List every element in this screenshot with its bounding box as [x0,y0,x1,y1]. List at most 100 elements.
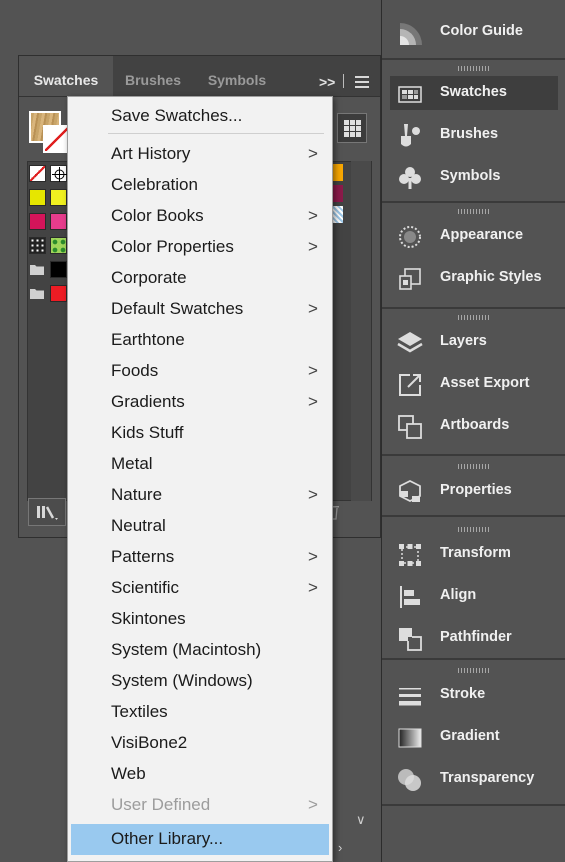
menu-item[interactable]: Earthtone [68,325,332,356]
menu-item[interactable]: Gradients > [68,387,332,418]
swatch[interactable] [50,165,67,182]
menu-item[interactable]: Art History > [68,139,332,170]
dock-item-stroke[interactable]: Stroke [390,678,558,712]
transform-icon [396,541,424,569]
swatches-icon [396,80,424,108]
menu-item[interactable]: Neutral [68,511,332,542]
tab-brushes[interactable]: Brushes [115,56,191,96]
menu-item[interactable]: Foods > [68,356,332,387]
dock-item-label: Transparency [440,770,535,786]
swatch[interactable] [50,189,67,206]
dock-item-appearance[interactable]: Appearance [390,219,558,253]
menu-item-label: Save Swatches... [111,106,243,125]
chevron-right-icon[interactable]: › [338,840,342,855]
dock-item-gradient[interactable]: Gradient [390,720,558,754]
menu-item[interactable]: VisiBone2 [68,728,332,759]
menu-item-label: Kids Stuff [111,423,184,442]
dock-item-layers[interactable]: Layers [390,325,558,359]
menu-item[interactable]: Nature > [68,480,332,511]
menu-item[interactable]: Other Library... [71,824,329,855]
dock-item-transform[interactable]: Transform [390,537,558,571]
asset-export-icon [396,371,424,399]
dock-grip[interactable] [458,209,490,214]
dock-grip[interactable] [458,668,490,673]
menu-item[interactable]: Save Swatches... [68,101,332,132]
swatch-group-folder-icon[interactable] [29,285,46,302]
menu-item-label: Other Library... [111,829,224,848]
dock-grip[interactable] [458,464,490,469]
dock-item-label: Gradient [440,728,500,744]
chevron-right-icon: > [308,578,318,597]
swatch-libraries-menu-button[interactable] [28,498,66,526]
swatch-scrollbar[interactable] [351,161,371,501]
pathfinder-icon [396,625,424,653]
stroke-icon [396,682,424,710]
dock-item-brushes[interactable]: Brushes [390,118,558,152]
properties-icon [396,478,424,506]
dock-item-properties[interactable]: Properties [390,474,558,508]
menu-item[interactable]: Patterns > [68,542,332,573]
menu-item-label: Gradients [111,392,185,411]
dock-item-transparency[interactable]: Transparency [390,762,558,796]
dock-item-label: Brushes [440,126,499,142]
menu-item[interactable]: Kids Stuff [68,418,332,449]
swatch[interactable] [29,213,46,230]
menu-item[interactable]: Default Swatches > [68,294,332,325]
brushes-icon [396,122,424,150]
dock-grip[interactable] [458,315,490,320]
swatch-group-folder-icon[interactable] [29,261,46,278]
graphic-styles-icon [396,265,424,293]
color-guide-icon [396,19,424,47]
tab-swatches[interactable]: Swatches [19,56,113,96]
tab-symbols[interactable]: Symbols [195,56,279,96]
swatch[interactable] [50,237,67,254]
dock-item-label: Artboards [440,417,510,433]
menu-item[interactable]: Web [68,759,332,790]
dock-item-swatches[interactable]: Swatches [390,76,558,110]
menu-item[interactable]: Corporate [68,263,332,294]
swatch[interactable] [50,213,67,230]
menu-item-label: Earthtone [111,330,185,349]
chevron-down-icon[interactable]: ∨ [356,812,366,828]
menu-item[interactable]: Skintones [68,604,332,635]
swatch[interactable] [29,189,46,206]
chevron-right-icon: > [308,795,318,814]
dock-item-align[interactable]: Align [390,579,558,613]
dock-grip[interactable] [458,527,490,532]
swatch[interactable] [50,285,67,302]
menu-item[interactable]: System (Macintosh) [68,635,332,666]
chevron-right-icon: > [308,144,318,163]
chevron-right-icon: > [308,547,318,566]
menu-item-label: Nature [111,485,163,504]
dock-item-artboards[interactable]: Artboards [390,409,558,443]
menu-item[interactable]: Color Properties > [68,232,332,263]
dock-item-color-guide[interactable]: Color Guide [390,15,558,49]
fill-stroke-indicator[interactable] [29,111,71,153]
swatch[interactable] [50,261,67,278]
panel-tab-bar: Swatches Brushes Symbols >> [19,56,380,97]
menu-item[interactable]: System (Windows) [68,666,332,697]
tab-overflow-button[interactable]: >> [319,74,335,90]
menu-item[interactable]: Metal [68,449,332,480]
menu-item-label: Web [111,764,146,783]
menu-item-label: User Defined [111,795,211,814]
dock-item-symbols[interactable]: Symbols [390,160,558,194]
menu-item-label: Scientific [111,578,180,597]
dock-item-graphic-styles[interactable]: Graphic Styles [390,261,558,295]
menu-item[interactable]: Textiles [68,697,332,728]
swatch-libraries-menu: Save Swatches... Art History > Celebration C… [67,96,333,862]
menu-item[interactable]: Color Books > [68,201,332,232]
dock-item-asset-export[interactable]: Asset Export [390,367,558,401]
panel-menu-icon[interactable] [355,76,369,91]
menu-item-label: Patterns [111,547,175,566]
menu-item[interactable]: Scientific > [68,573,332,604]
dock-grip[interactable] [458,66,490,71]
dock-separator [382,454,565,456]
swatch[interactable] [29,165,46,182]
grid-view-icon[interactable] [337,113,367,143]
dock-item-pathfinder[interactable]: Pathfinder [390,621,558,655]
gradient-icon [396,724,424,752]
swatch[interactable] [29,237,46,254]
menu-item[interactable]: Celebration [68,170,332,201]
chevron-right-icon: > [308,392,318,411]
